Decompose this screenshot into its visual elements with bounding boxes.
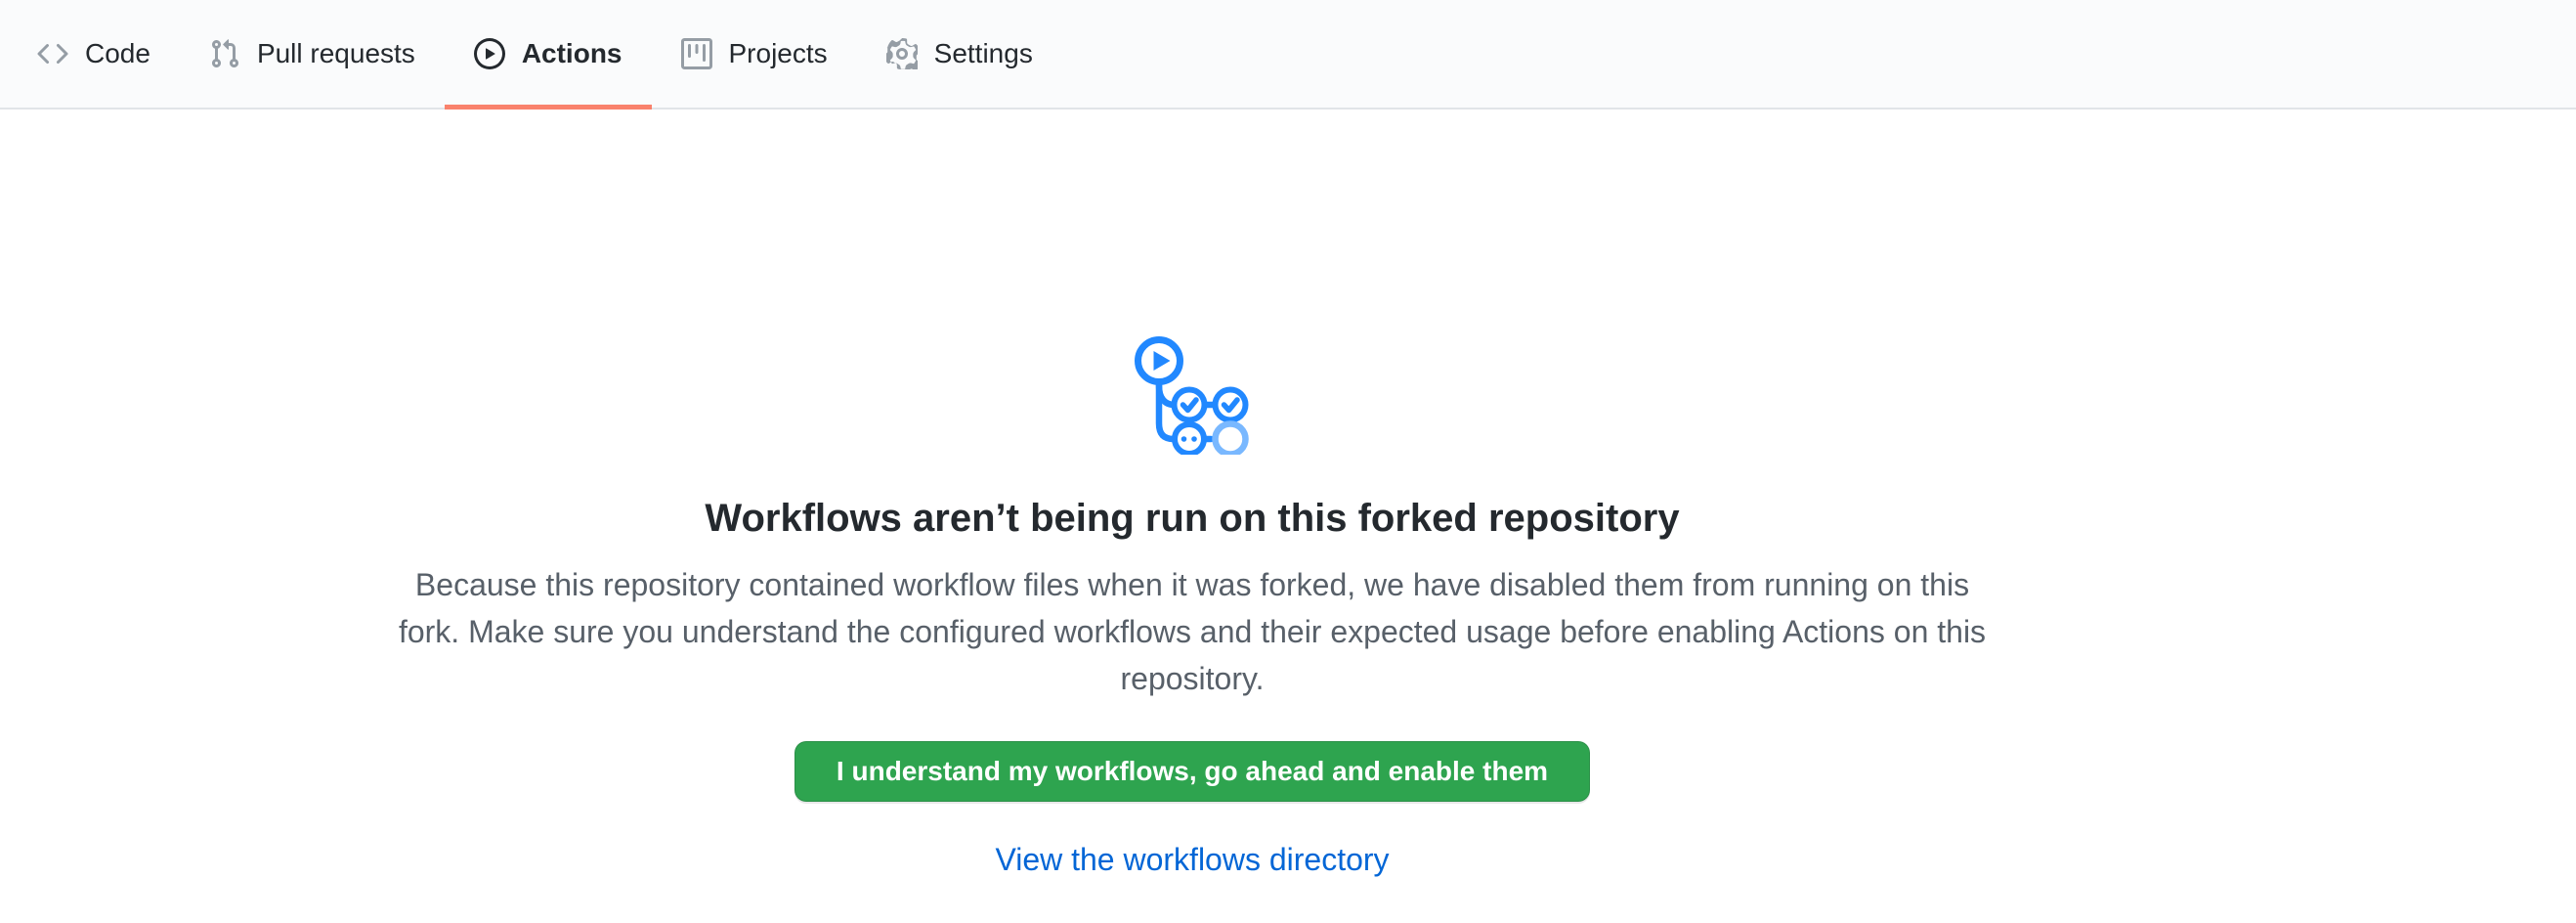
tab-label: Settings [934, 40, 1033, 67]
workflow-graph-icon [1134, 335, 1251, 455]
tab-projects[interactable]: Projects [652, 0, 857, 108]
tab-actions[interactable]: Actions [445, 0, 652, 108]
tab-label: Code [85, 40, 150, 67]
tab-pull-requests[interactable]: Pull requests [180, 0, 445, 108]
code-icon [37, 38, 68, 69]
tab-label: Projects [729, 40, 828, 67]
workflows-directory-link[interactable]: View the workflows directory [0, 841, 2384, 878]
play-icon [474, 38, 505, 69]
tab-settings[interactable]: Settings [857, 0, 1062, 108]
actions-blankslate: Workflows aren’t being run on this forke… [0, 110, 2384, 878]
blankslate-heading: Workflows aren’t being run on this forke… [0, 495, 2384, 542]
tab-code[interactable]: Code [8, 0, 180, 108]
gear-icon [886, 38, 918, 69]
tab-label: Pull requests [257, 40, 415, 67]
tab-label: Actions [522, 40, 623, 67]
project-icon [681, 38, 712, 69]
enable-workflows-button[interactable]: I understand my workflows, go ahead and … [794, 741, 1590, 802]
repo-tab-bar: Code Pull requests Actions Projects Sett… [0, 0, 2576, 110]
git-pull-request-icon [209, 38, 240, 69]
blankslate-description: Because this repository contained workfl… [391, 561, 1994, 702]
